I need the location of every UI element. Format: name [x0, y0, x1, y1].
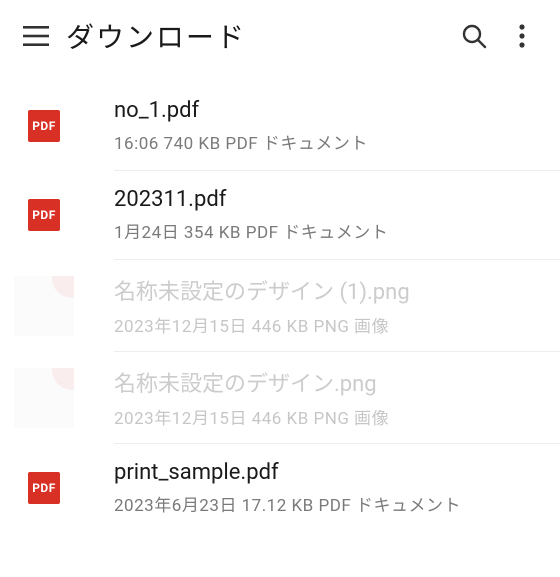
- pdf-icon: PDF: [28, 199, 60, 231]
- menu-button[interactable]: [14, 14, 58, 58]
- pdf-icon: PDF: [28, 110, 60, 142]
- list-item[interactable]: PDF 202311.pdf 1月24日 354 KB PDF ドキュメント: [0, 171, 560, 259]
- file-name: no_1.pdf: [114, 98, 560, 123]
- more-button[interactable]: [498, 12, 546, 60]
- app-header: ダウンロード: [0, 0, 560, 72]
- pdf-icon: PDF: [28, 472, 60, 504]
- file-meta: 2023年6月23日 17.12 KB PDF ドキュメント: [114, 491, 560, 516]
- list-item[interactable]: PDF no_1.pdf 16:06 740 KB PDF ドキュメント: [0, 82, 560, 170]
- file-info: 202311.pdf 1月24日 354 KB PDF ドキュメント: [114, 187, 560, 243]
- file-name: 名称未設定のデザイン.png: [114, 366, 560, 398]
- page-title: ダウンロード: [66, 16, 450, 56]
- file-thumbnail: PDF: [14, 458, 74, 518]
- search-icon: [461, 23, 487, 49]
- file-meta: 16:06 740 KB PDF ドキュメント: [114, 129, 560, 154]
- file-info: print_sample.pdf 2023年6月23日 17.12 KB PDF…: [114, 460, 560, 516]
- file-name: 202311.pdf: [114, 187, 560, 212]
- list-item[interactable]: 名称未設定のデザイン.png 2023年12月15日 446 KB PNG 画像: [0, 352, 560, 443]
- image-thumbnail: [14, 276, 74, 336]
- search-button[interactable]: [450, 12, 498, 60]
- file-meta: 2023年12月15日 446 KB PNG 画像: [114, 404, 560, 429]
- list-item[interactable]: 名称未設定のデザイン (1).png 2023年12月15日 446 KB PN…: [0, 260, 560, 351]
- file-thumbnail: PDF: [14, 185, 74, 245]
- file-list: PDF no_1.pdf 16:06 740 KB PDF ドキュメント PDF…: [0, 82, 560, 532]
- list-item[interactable]: PDF print_sample.pdf 2023年6月23日 17.12 KB…: [0, 444, 560, 532]
- hamburger-icon: [23, 26, 49, 46]
- file-thumbnail: [14, 276, 74, 336]
- file-thumbnail: PDF: [14, 96, 74, 156]
- file-name: print_sample.pdf: [114, 460, 560, 485]
- more-vert-icon: [519, 24, 525, 48]
- file-info: 名称未設定のデザイン.png 2023年12月15日 446 KB PNG 画像: [114, 366, 560, 429]
- file-info: no_1.pdf 16:06 740 KB PDF ドキュメント: [114, 98, 560, 154]
- file-info: 名称未設定のデザイン (1).png 2023年12月15日 446 KB PN…: [114, 274, 560, 337]
- file-meta: 2023年12月15日 446 KB PNG 画像: [114, 312, 560, 337]
- file-thumbnail: [14, 368, 74, 428]
- image-thumbnail: [14, 368, 74, 428]
- file-name: 名称未設定のデザイン (1).png: [114, 274, 560, 306]
- file-meta: 1月24日 354 KB PDF ドキュメント: [114, 218, 560, 243]
